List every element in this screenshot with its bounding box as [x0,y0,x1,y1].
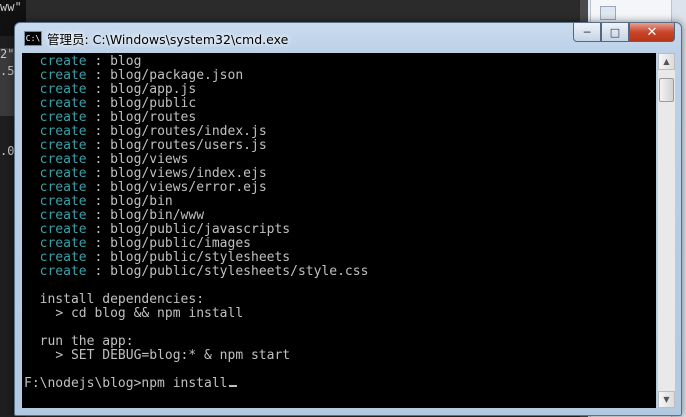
created-path: blog/routes/index.js [110,124,267,139]
created-path: blog/app.js [110,82,197,97]
created-path: blog/public/javascripts [110,222,291,237]
separator: : [86,222,111,237]
separator: : [86,124,111,139]
window-title: 管理员: C:\Windows\system32\cmd.exe [47,32,289,47]
create-keyword: create [39,166,87,181]
prompt-text: F:\nodejs\blog>npm install [24,376,228,391]
prompt-line[interactable]: F:\nodejs\blog>npm install [24,377,368,391]
install-command: > cd blog && npm install [55,306,244,321]
blank-line [24,363,368,377]
blank-line [24,321,368,335]
scroll-down-button[interactable]: ▼ [658,391,675,408]
create-keyword: create [39,124,87,139]
create-keyword: create [39,138,87,153]
console-line: create : blog/public/javascripts [24,223,368,237]
console-line: install dependencies: [24,293,368,307]
separator: : [86,96,111,111]
create-keyword: create [39,110,87,125]
separator: : [86,166,111,181]
created-path: blog/views/index.ejs [110,166,267,181]
title-bar[interactable]: C:\ 管理员: C:\Windows\system32\cmd.exe ─ □… [15,23,681,53]
create-keyword: create [39,54,87,69]
created-path: blog/routes [110,110,197,125]
window-controls: ─ □ ✕ [573,23,675,43]
console-line: create : blog/public/images [24,237,368,251]
background-text-fragment: ww" [0,0,22,14]
created-path: blog/public [110,96,197,111]
separator: : [86,194,111,209]
console-line: create : blog/package.json [24,69,368,83]
created-path: blog/routes/users.js [110,138,267,153]
console-lines: create : blog create : blog/package.json… [24,55,368,391]
created-path: blog/public/stylesheets [110,250,291,265]
console-line: create : blog/bin/www [24,209,368,223]
run-command: > SET DEBUG=blog:* & npm start [55,348,291,363]
separator: : [86,68,111,83]
console-line: create : blog/app.js [24,83,368,97]
separator: : [86,250,111,265]
create-keyword: create [39,194,87,209]
scroll-up-button[interactable]: ▲ [658,53,675,70]
background-text-fragment: 2" [0,47,15,61]
maximize-button[interactable]: □ [601,23,629,42]
console-line: create : blog/public/stylesheets/style.c… [24,264,369,279]
minimize-button[interactable]: ─ [573,23,601,42]
create-keyword: create [39,222,87,237]
console-line: create : blog/views/error.ejs [24,181,368,195]
separator: : [86,180,111,195]
console-line: create : blog/routes [24,111,368,125]
created-path: blog/bin [110,194,173,209]
created-path: blog/package.json [110,68,244,83]
create-keyword: create [39,236,87,251]
create-keyword: create [39,208,87,223]
vertical-scrollbar[interactable]: ▲ ▼ [657,53,675,408]
created-path: blog/bin/www [110,208,205,223]
create-keyword: create [39,250,87,265]
background-chip [600,6,616,20]
console-line: > SET DEBUG=blog:* & npm start [24,349,368,363]
create-keyword: create [39,180,87,195]
console-line: create : blog/public/stylesheets [24,251,368,265]
separator: : [86,82,111,97]
scroll-thumb[interactable] [659,78,674,102]
separator: : [86,54,111,69]
console-line: create : blog/routes/index.js [24,125,368,139]
create-keyword: create [39,264,87,279]
close-button[interactable]: ✕ [629,23,675,42]
separator: : [86,110,111,125]
console-line: create : blog/public [24,97,368,111]
create-keyword: create [39,82,87,97]
create-keyword: create [39,96,87,111]
console-line: > cd blog && npm install [24,307,368,321]
cmd-icon[interactable]: C:\ [24,31,42,46]
created-path: blog/public/images [110,236,251,251]
console-output[interactable]: create : blog create : blog/package.json… [22,53,656,408]
blank-line [24,279,368,293]
console-line: create : blog/views [24,153,368,167]
create-keyword: create [39,152,87,167]
created-path: blog/public/stylesheets/style.css [110,264,369,279]
console-line: create : blog/views/index.ejs [24,167,368,181]
console-line: run the app: [24,335,368,349]
console-line: create : blog/routes/users.js [24,139,368,153]
create-keyword: create [39,68,87,83]
separator: : [86,208,111,223]
text-cursor [228,385,237,387]
separator: : [86,152,111,167]
install-heading: install dependencies: [39,292,205,307]
separator: : [86,264,111,279]
console-line: create : blog [24,55,368,69]
console-line: create : blog/bin [24,195,368,209]
background-text-fragment: .5 [0,64,15,78]
run-heading: run the app: [39,334,134,349]
created-path: blog/views/error.ejs [110,180,267,195]
separator: : [86,236,111,251]
separator: : [86,138,111,153]
cmd-window: C:\ 管理员: C:\Windows\system32\cmd.exe ─ □… [14,22,682,416]
created-path: blog [110,54,142,69]
created-path: blog/views [110,152,189,167]
background-text-fragment: .0 [0,144,15,158]
